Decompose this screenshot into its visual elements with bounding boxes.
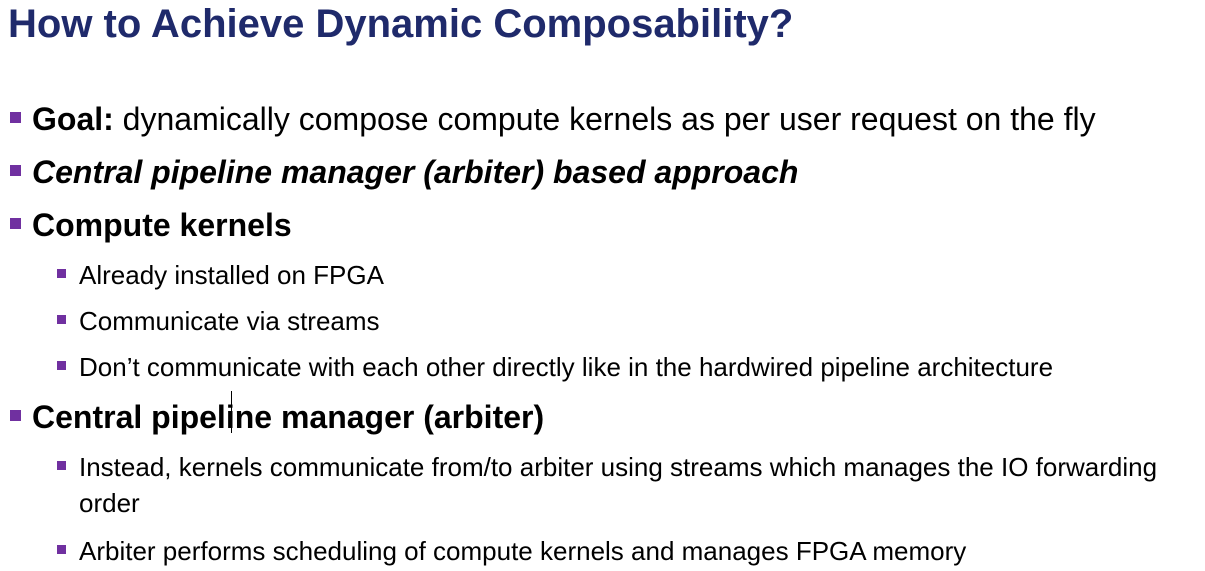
bullet-rest: dynamically compose compute kernels as p… bbox=[113, 101, 1096, 137]
bullet-text: Instead, kernels communicate from/to arb… bbox=[79, 452, 1158, 518]
bullet-goal: Goal: dynamically compose compute kernel… bbox=[10, 99, 1096, 139]
square-bullet-icon bbox=[10, 218, 21, 229]
bullet-text: Arbiter performs scheduling of compute k… bbox=[79, 536, 967, 566]
text-cursor bbox=[231, 391, 232, 433]
square-bullet-icon bbox=[57, 545, 66, 554]
bullet-compute-kernels: Compute kernels bbox=[10, 205, 292, 245]
square-bullet-icon bbox=[57, 361, 66, 370]
slide: How to Achieve Dynamic Composability? Go… bbox=[0, 0, 1205, 571]
sub-bullet-scheduling: Arbiter performs scheduling of compute k… bbox=[57, 533, 966, 569]
sub-bullet-streams: Communicate via streams bbox=[57, 303, 380, 339]
square-bullet-icon bbox=[10, 165, 21, 176]
square-bullet-icon bbox=[10, 410, 21, 421]
square-bullet-icon bbox=[57, 315, 66, 324]
square-bullet-icon bbox=[10, 112, 21, 123]
bullet-lead: Goal: bbox=[32, 101, 114, 137]
bullet-text: Communicate via streams bbox=[79, 306, 380, 336]
bullet-text: Central pipeline manager (arbiter) bbox=[32, 399, 545, 435]
square-bullet-icon bbox=[57, 269, 66, 278]
bullet-text: Central pipeline manager (arbiter) based… bbox=[32, 154, 799, 190]
bullet-approach: Central pipeline manager (arbiter) based… bbox=[10, 152, 798, 192]
sub-bullet-installed: Already installed on FPGA bbox=[57, 257, 384, 293]
sub-bullet-not-direct: Don’t communicate with each other direct… bbox=[57, 349, 1053, 385]
bullet-text: Already installed on FPGA bbox=[79, 260, 384, 290]
bullet-text: Don’t communicate with each other direct… bbox=[79, 352, 1054, 382]
bullet-text: Compute kernels bbox=[32, 207, 292, 243]
sub-bullet-instead: Instead, kernels communicate from/to arb… bbox=[57, 449, 1169, 521]
slide-title: How to Achieve Dynamic Composability? bbox=[8, 2, 794, 46]
square-bullet-icon bbox=[57, 461, 66, 470]
bullet-text: Goal: dynamically compose compute kernel… bbox=[32, 99, 1096, 139]
bullet-arbiter: Central pipeline manager (arbiter) bbox=[10, 397, 544, 437]
